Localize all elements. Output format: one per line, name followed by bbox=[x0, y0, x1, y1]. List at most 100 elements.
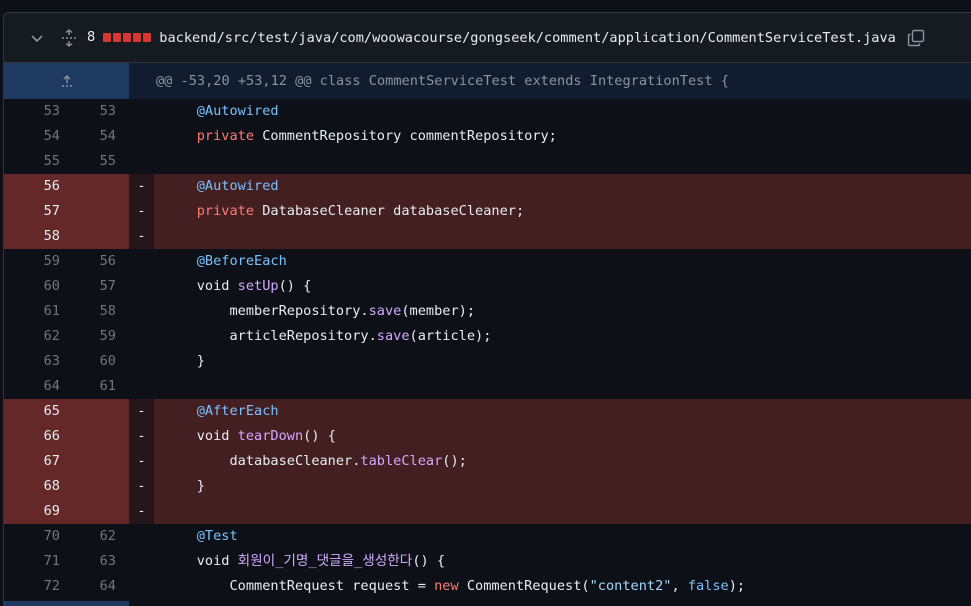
line-number-gutter: 64 61 bbox=[4, 374, 129, 399]
old-line-number[interactable]: 66 bbox=[4, 424, 60, 449]
code-line: } bbox=[154, 474, 971, 499]
code-token: save bbox=[376, 328, 410, 344]
expand-up-button[interactable] bbox=[4, 63, 129, 99]
hunk-header-text: @@ -53,20 +53,12 @@ class CommentService… bbox=[156, 73, 729, 89]
new-line-number[interactable]: 61 bbox=[60, 374, 116, 399]
old-line-number[interactable]: 60 bbox=[4, 274, 60, 299]
code-line: @AfterEach bbox=[154, 399, 971, 424]
old-line-number[interactable]: 70 bbox=[4, 524, 60, 549]
code-token: private bbox=[196, 203, 255, 219]
new-line-number[interactable]: 57 bbox=[60, 274, 116, 299]
old-line-number[interactable]: 61 bbox=[4, 299, 60, 324]
code-line: void setUp() { bbox=[154, 274, 971, 299]
code-token: CommentRepository commentRepository; bbox=[254, 128, 557, 144]
code-token: private bbox=[196, 128, 255, 144]
line-number-gutter: 59 56 bbox=[4, 249, 129, 274]
diff-file-container: 8 backend/src/test/java/com/woowacourse/… bbox=[3, 12, 971, 606]
old-line-number[interactable]: 65 bbox=[4, 399, 60, 424]
diff-line-context: 59 56 @BeforeEach bbox=[4, 249, 971, 274]
code-line: @BeforeEach bbox=[154, 249, 971, 274]
new-line-number[interactable]: 63 bbox=[60, 549, 116, 574]
code-line: articleRepository.save(article); bbox=[154, 324, 971, 349]
diff-marker bbox=[129, 299, 154, 324]
diff-marker: - bbox=[137, 503, 146, 519]
old-line-number[interactable]: 64 bbox=[4, 374, 60, 399]
diff-line-deleted: 58 - bbox=[4, 224, 971, 249]
old-line-number[interactable]: 53 bbox=[4, 99, 60, 124]
code-line: private DatabaseCleaner databaseCleaner; bbox=[154, 199, 971, 224]
old-line-number[interactable]: 59 bbox=[4, 249, 60, 274]
chevron-down-icon[interactable] bbox=[28, 29, 46, 47]
new-line-number[interactable] bbox=[60, 199, 116, 224]
diff-line-context: 53 53 @Autowired bbox=[4, 99, 971, 124]
new-line-number[interactable] bbox=[60, 499, 116, 524]
diff-marker bbox=[129, 149, 154, 174]
expand-all-icon[interactable] bbox=[59, 28, 79, 48]
line-number-gutter: 72 64 bbox=[4, 574, 129, 599]
old-line-number[interactable]: 55 bbox=[4, 149, 60, 174]
new-line-number[interactable]: 58 bbox=[60, 299, 116, 324]
code-token: "content2" bbox=[589, 578, 672, 594]
diffstat-block bbox=[143, 33, 152, 42]
old-line-number[interactable]: 69 bbox=[4, 499, 60, 524]
diffstat-block bbox=[133, 33, 142, 42]
new-line-number[interactable]: 59 bbox=[60, 324, 116, 349]
code-token: (article); bbox=[409, 328, 492, 344]
new-line-number[interactable] bbox=[60, 224, 116, 249]
line-number-gutter: 65 bbox=[4, 399, 129, 424]
code-token: void bbox=[164, 428, 238, 444]
diff-line-context: 63 60 } bbox=[4, 349, 971, 374]
old-line-number[interactable]: 63 bbox=[4, 349, 60, 374]
old-line-number[interactable]: 57 bbox=[4, 199, 60, 224]
line-number-gutter: 68 bbox=[4, 474, 129, 499]
new-line-number[interactable] bbox=[60, 399, 116, 424]
code-line: memberRepository.save(member); bbox=[154, 299, 971, 324]
code-token: tearDown bbox=[237, 428, 304, 444]
code-token: } bbox=[164, 478, 205, 494]
old-line-number[interactable]: 67 bbox=[4, 449, 60, 474]
new-line-number[interactable]: 54 bbox=[60, 124, 116, 149]
new-line-number[interactable]: 56 bbox=[60, 249, 116, 274]
old-line-number[interactable]: 68 bbox=[4, 474, 60, 499]
diff-line-deleted: 69 - bbox=[4, 499, 971, 524]
old-line-number[interactable]: 56 bbox=[4, 174, 60, 199]
new-line-number[interactable] bbox=[60, 424, 116, 449]
new-line-number[interactable]: 53 bbox=[60, 99, 116, 124]
diffstat-block bbox=[113, 33, 122, 42]
old-line-number[interactable]: 72 bbox=[4, 574, 60, 599]
new-line-number[interactable]: 60 bbox=[60, 349, 116, 374]
new-line-number[interactable]: 62 bbox=[60, 524, 116, 549]
new-line-number[interactable] bbox=[60, 449, 116, 474]
diff-line-deleted: 65 - @AfterEach bbox=[4, 399, 971, 424]
new-line-number[interactable]: 64 bbox=[60, 574, 116, 599]
old-line-number[interactable]: 58 bbox=[4, 224, 60, 249]
code-line: databaseCleaner.tableClear(); bbox=[154, 449, 971, 474]
new-line-number[interactable] bbox=[60, 474, 116, 499]
line-number-gutter: 70 62 bbox=[4, 524, 129, 549]
new-line-number[interactable] bbox=[60, 174, 116, 199]
old-line-number[interactable]: 54 bbox=[4, 124, 60, 149]
code-token: CommentRequest( bbox=[458, 578, 590, 594]
diffstat-block bbox=[123, 33, 132, 42]
file-path-link[interactable]: backend/src/test/java/com/woowacourse/go… bbox=[159, 30, 896, 46]
changes-count: 8 bbox=[87, 30, 96, 45]
line-number-gutter: 54 54 bbox=[4, 124, 129, 149]
copy-icon[interactable] bbox=[906, 28, 926, 48]
old-line-number[interactable]: 71 bbox=[4, 549, 60, 574]
diff-line-context: 55 55 bbox=[4, 149, 971, 174]
code-token: @Autowired bbox=[196, 103, 279, 119]
code-token: CommentRequest request = bbox=[164, 578, 435, 594]
diff-line-deleted: 57 - private DatabaseCleaner databaseClea… bbox=[4, 199, 971, 224]
diff-marker bbox=[129, 574, 154, 599]
line-number-gutter: 57 bbox=[4, 199, 129, 224]
code-token: @AfterEach bbox=[196, 403, 279, 419]
code-line: @Autowired bbox=[154, 99, 971, 124]
code-token: void bbox=[164, 278, 238, 294]
old-line-number[interactable]: 62 bbox=[4, 324, 60, 349]
new-line-number[interactable]: 55 bbox=[60, 149, 116, 174]
expand-down-button[interactable] bbox=[4, 601, 129, 606]
diff-line-context: 54 54 private CommentRepository commentRe… bbox=[4, 124, 971, 149]
diff-line-context: 72 64 CommentRequest request = new Commen… bbox=[4, 574, 971, 599]
